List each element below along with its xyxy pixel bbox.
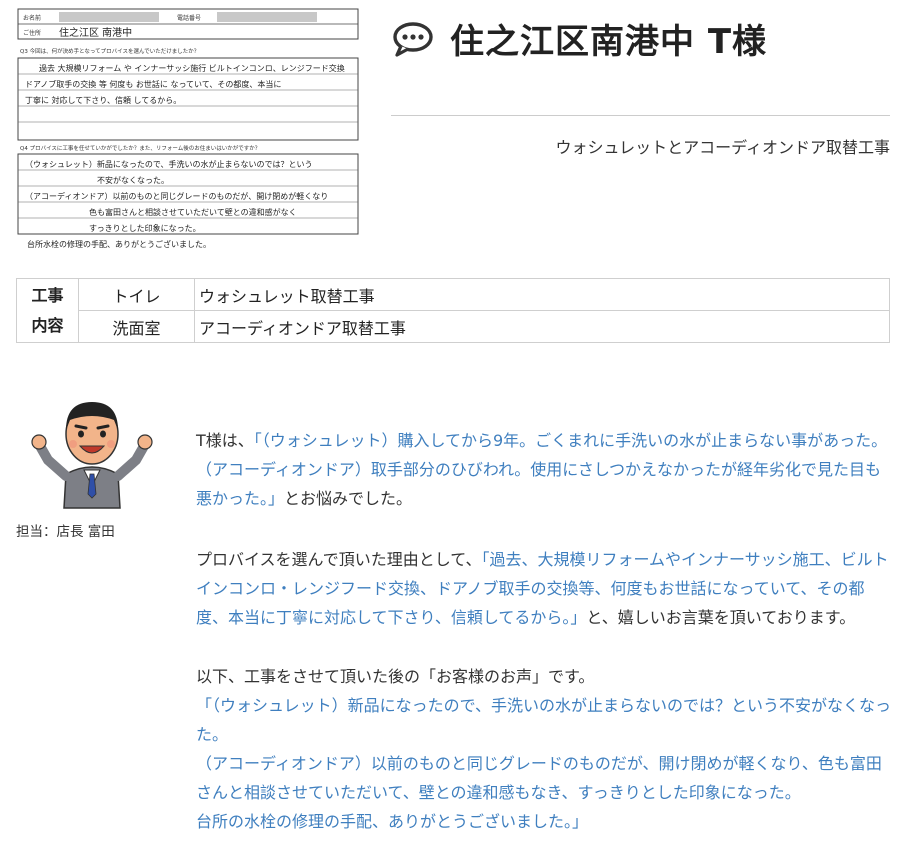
- work-content-table: 工事 内容 トイレ ウォシュレット取替工事 洗面室 アコーディオンドア取替工事: [16, 278, 890, 343]
- title-divider: [391, 115, 890, 116]
- survey-q3-label: Q3 今回は、何が決め手となってプロバイスを選んでいただけましたか？: [20, 47, 199, 55]
- survey-address-label: ご住所: [23, 29, 41, 37]
- survey-q4-line: （ウォシュレット）新品になったので、手洗いの水が止まらないのでは？という: [25, 159, 313, 169]
- paragraph-voice-intro: 以下、工事をさせて頂いた後の「お客様のお声」です。: [196, 667, 595, 686]
- survey-q4-line: 色も富田さんと相談させていただいて壁との違和感がなく: [89, 207, 297, 217]
- table-header-line: 工事: [31, 285, 64, 305]
- table-job-cell: アコーディオンドア取替工事: [194, 310, 890, 343]
- redacted-name: [59, 12, 159, 22]
- customer-voice-line: 台所の水栓の修理の手配、ありがとうございました。」: [196, 812, 589, 831]
- staff-caption: 担当：店長 富田: [16, 524, 115, 540]
- page-header: 住之江区南港中 T様: [392, 14, 767, 63]
- survey-q3-line: 過去 大規模リフォーム や インナーサッシ施行 ビルトインコンロ、レンジフード交…: [39, 63, 345, 73]
- paragraph-text: プロバイスを選んで頂いた理由として、: [196, 550, 482, 569]
- paragraph-text: と、嬉しいお言葉を頂いております。: [586, 608, 856, 627]
- page-subtitle: ウォシュレットとアコーディオンドア取替工事: [555, 138, 890, 157]
- survey-q4-line: （アコーディオンドア）以前のものと同じグレードのものだが、開け閉めが軽くなり: [25, 191, 328, 201]
- staff-illustration: [30, 390, 154, 510]
- speech-bubble-icon: [393, 21, 433, 57]
- table-header-line: 内容: [31, 315, 64, 335]
- redacted-phone: [217, 12, 317, 22]
- paragraph-text: とお悩みでした。: [284, 489, 413, 508]
- survey-q3-line: ドアノブ取手の交換 等 何度も お世話に なっていて、その都度、本当に: [25, 79, 281, 89]
- table-row: 工事 内容 トイレ ウォシュレット取替工事: [16, 278, 890, 343]
- customer-voice-line: （アコーディオンドア）以前のものと同じグレードのものだが、開け閉めが軽くなり、色…: [196, 754, 882, 802]
- survey-address-value: 住之江区 南港中: [59, 26, 132, 39]
- survey-q4-line: 不安がなくなった。: [97, 175, 169, 185]
- paragraph-reason: プロバイスを選んで頂いた理由として、「過去、大規模リフォームやインナーサッシ施工…: [196, 545, 894, 632]
- customer-voice-line: 「（ウォシュレット）新品になったので、手洗いの水が止まらないのでは？という不安が…: [196, 696, 892, 744]
- paragraph-text: T様は、: [196, 431, 254, 450]
- table-room-cell: 洗面室: [78, 310, 195, 343]
- table-room-cell: トイレ: [78, 278, 195, 311]
- table-header-cell: 工事 内容: [16, 278, 79, 343]
- page-title: 住之江区南港中 T様: [450, 22, 768, 62]
- testimonial-body: T様は、「（ウォシュレット）購入してから9年。ごくまれに手洗いの水が止まらない事…: [196, 426, 894, 836]
- survey-q4-line: すっきりとした印象になった。: [89, 223, 201, 233]
- svg-text:電話番号: 電話番号: [177, 14, 201, 22]
- survey-q4-line: 台所水栓の修理の手配、ありがとうございました。: [27, 239, 211, 249]
- paragraph-problem: T様は、「（ウォシュレット）購入してから9年。ごくまれに手洗いの水が止まらない事…: [196, 426, 894, 513]
- table-row: 洗面室 アコーディオンドア取替工事: [17, 310, 890, 343]
- survey-q4-label: Q4 プロバイスに工事を任せていかがでしたか？また、リフォーム後のお住まいはいか…: [20, 144, 260, 152]
- survey-form-image: お名前 電話番号 ご住所 住之江区 南港中 Q3 今回は、何が決め手となってプロ…: [17, 8, 361, 252]
- survey-q3-line: 丁寧に 対応して下さり、信頼 してるから。: [25, 95, 181, 105]
- table-job-cell: ウォシュレット取替工事: [194, 278, 890, 311]
- survey-name-label: お名前: [23, 14, 41, 22]
